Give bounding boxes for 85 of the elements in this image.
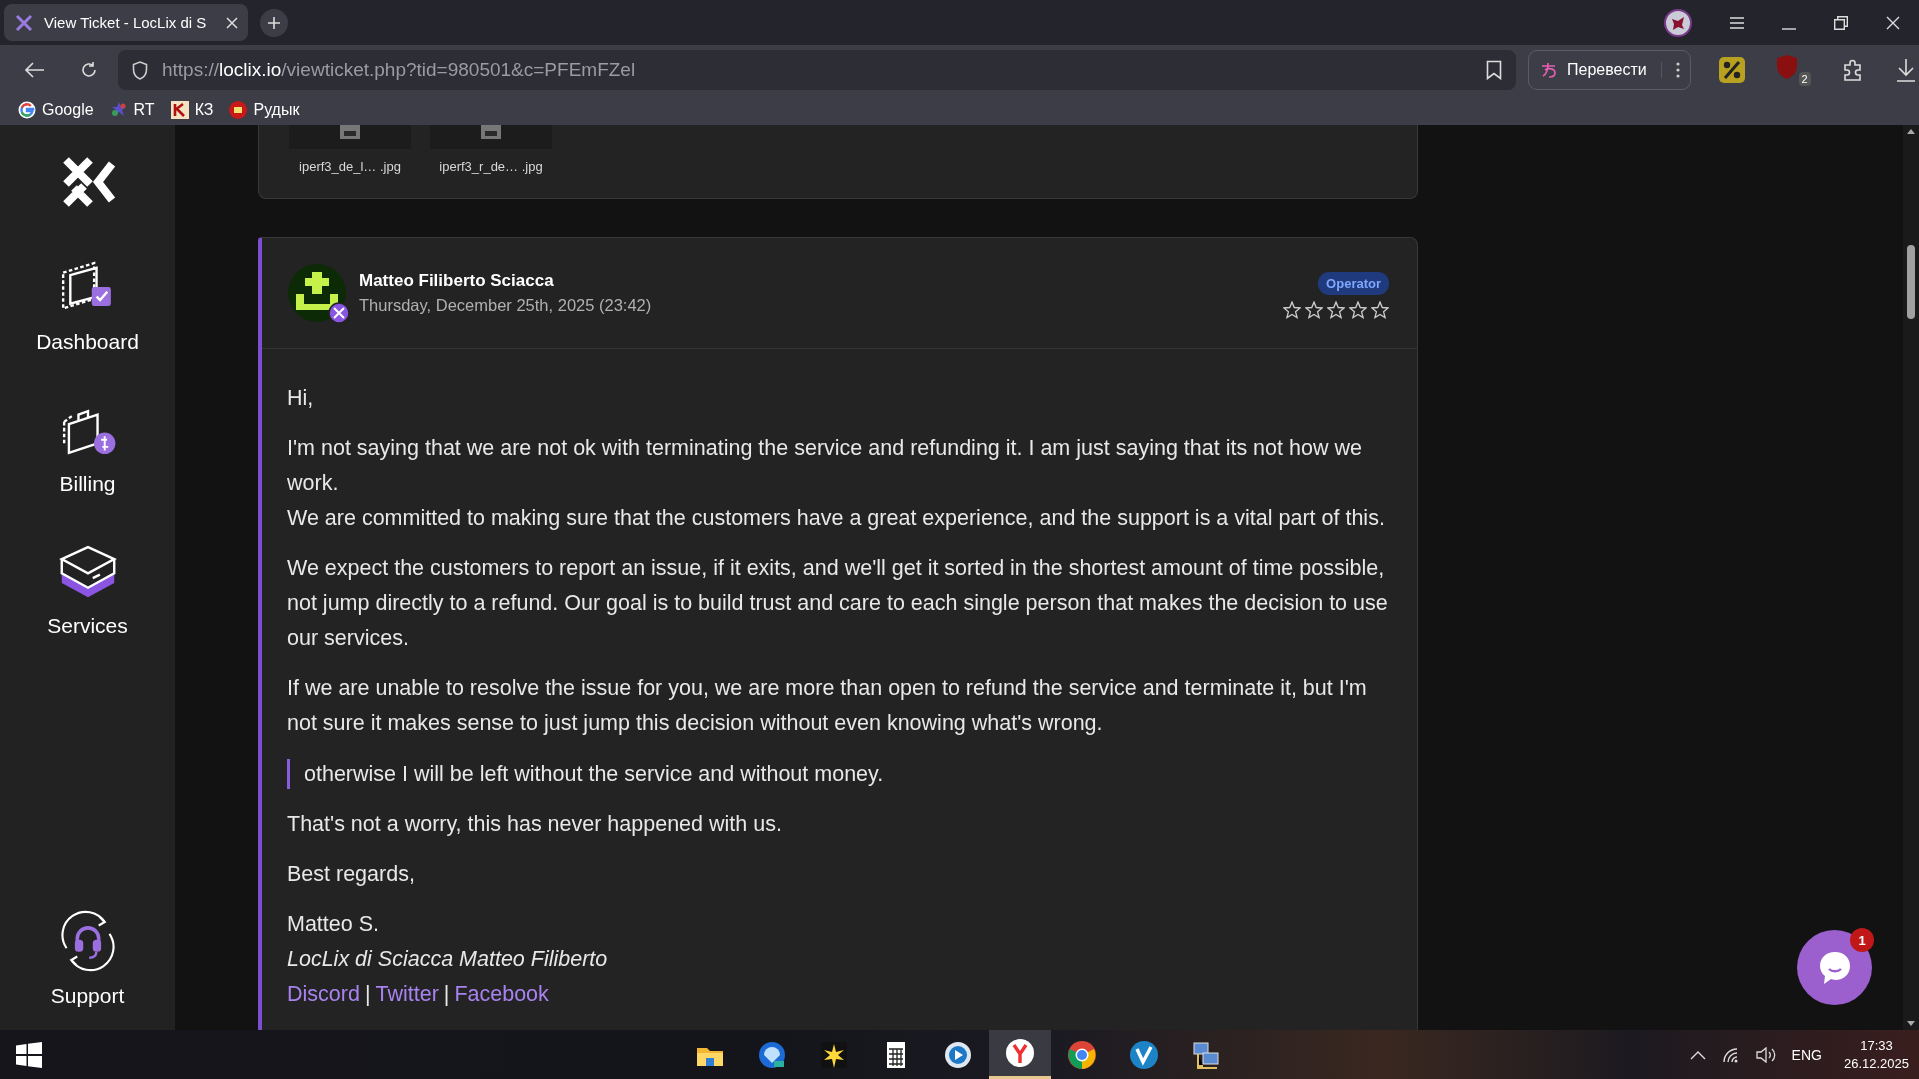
address-bar[interactable]: https://loclix.io/viewticket.php?tid=980501&c=PFEmFZel: [118, 50, 1516, 90]
company-name: LocLix di Sciacca Matteo Filiberto: [287, 946, 609, 973]
star-icon: [1371, 300, 1389, 319]
star-icon: [1283, 300, 1301, 319]
file-icon: [340, 125, 360, 139]
sidebar-item[interactable]: Dashboard: [36, 256, 139, 354]
file-icon: [481, 125, 501, 139]
back-arrow-icon: [25, 62, 45, 78]
more-button[interactable]: [1660, 62, 1680, 78]
google-icon: [18, 101, 36, 119]
star-icon: [1327, 300, 1345, 319]
sidebar-item[interactable]: Support: [50, 910, 125, 1008]
sidebar-item[interactable]: Billing: [56, 398, 119, 496]
cross-badge-icon: [328, 302, 350, 324]
attachment-name[interactable]: iperf3_r_de… .jpg: [439, 159, 543, 174]
shield-extension-icon[interactable]: 2: [1774, 54, 1811, 86]
profile-avatar-icon[interactable]: [1664, 8, 1692, 37]
sidebar-item[interactable]: Services: [47, 540, 128, 638]
percent-icon[interactable]: [1718, 57, 1745, 83]
url-text: https://loclix.io/viewticket.php?tid=980501&c=PFEmFZel: [162, 59, 637, 81]
notification-badge: 1: [1850, 928, 1874, 952]
clock-time: 17:33: [1860, 1038, 1893, 1053]
browser-logo-icon: [1066, 1038, 1098, 1071]
browser-tab[interactable]: View Ticket - LocLix di S: [4, 4, 248, 41]
chat-button[interactable]: 1: [1797, 930, 1872, 1005]
star-icon: [1305, 300, 1323, 319]
radio-icon: [229, 101, 248, 119]
windows-logo-icon: [16, 1041, 42, 1068]
bookmark-link[interactable]: Рудык: [229, 101, 300, 119]
wifi-icon[interactable]: [1721, 1046, 1740, 1063]
translate-icon: [1539, 60, 1559, 80]
message-paragraph: I'm not saying that we are not ok with terminating the service and refunding it. I am just saying that its not how we work. We are committed to making sure that the customers have a great experience, and the support is a vital part of this.: [287, 435, 1386, 532]
social-link[interactable]: Twitter: [375, 977, 439, 1012]
quoted-text: otherwise I will be left without the service and without money.: [287, 759, 1393, 789]
scrollbar-thumb[interactable]: [1907, 245, 1915, 319]
scroll-down-icon: [1907, 1021, 1915, 1026]
tab-title: View Ticket - LocLix di S: [44, 14, 208, 31]
signature-name: Matteo S.: [287, 911, 380, 938]
volume-icon[interactable]: [1755, 1046, 1776, 1063]
restore-icon[interactable]: [1834, 15, 1848, 30]
scroll-up-icon: [1907, 129, 1915, 134]
v-logo-icon: [1128, 1038, 1160, 1071]
language-indicator[interactable]: ENG: [1791, 1046, 1822, 1063]
more-icon: [1675, 62, 1680, 78]
social-link[interactable]: Discord: [287, 977, 360, 1012]
close-icon[interactable]: [226, 16, 238, 29]
message-paragraph: Hi,: [287, 385, 315, 412]
message-paragraph: Best regards,: [287, 861, 416, 888]
clock[interactable]: 17:33 26.12.2025: [1843, 1038, 1909, 1071]
message-paragraph: That's not a worry, this has never happened with us.: [287, 811, 783, 838]
reload-icon: [80, 61, 98, 79]
star-cluster-icon: [109, 101, 128, 119]
new-tab-button[interactable]: [260, 8, 288, 37]
avatar-icon: [288, 264, 346, 322]
social-link[interactable]: Facebook: [454, 977, 549, 1012]
browser-logo-icon: [1004, 1037, 1036, 1069]
taskbar-app[interactable]: [989, 1030, 1051, 1079]
role-badge: Operator: [1318, 271, 1389, 295]
close-icon[interactable]: [1886, 15, 1900, 30]
download-icon[interactable]: [1894, 58, 1917, 82]
translate-label: Перевести: [1567, 61, 1647, 79]
message-paragraph: If we are unable to resolve the issue for you, we are more than open to refund the service and terminate it, but I'm not sure it makes sense to just jump this decision without even knowing what's wrong.: [287, 675, 1368, 737]
k-logo-icon: [170, 101, 189, 119]
cross-logo-icon: [14, 12, 34, 33]
extension-badge: 2: [1798, 72, 1811, 86]
bookmark-link[interactable]: КЗ: [170, 101, 214, 119]
attachment-name[interactable]: iperf3_de_l… .jpg: [299, 159, 401, 174]
shield-icon: [132, 60, 148, 80]
bookmark-link[interactable]: Google: [18, 101, 94, 119]
star-icon: [1349, 300, 1367, 319]
translate-control[interactable]: Перевести: [1528, 50, 1691, 90]
menu-icon[interactable]: [1730, 16, 1744, 29]
bookmark-icon[interactable]: [1486, 60, 1502, 80]
clock-date: 26.12.2025: [1843, 1056, 1909, 1071]
message-date: Thursday, December 25th, 2025 (23:42): [359, 296, 653, 315]
link-separator: |: [364, 981, 371, 1008]
chevron-up-icon[interactable]: [1689, 1049, 1706, 1060]
scrollbar[interactable]: [1903, 125, 1919, 1030]
link-separator: |: [443, 981, 450, 1008]
star-rating[interactable]: [1283, 300, 1389, 319]
author-name: Matteo Filiberto Sciacca: [359, 271, 555, 291]
message-paragraph: We expect the customers to report an issue, if it exits, and we'll get it sorted in the shortest amount of time possible, not jump directly to a refund. Our goal is to build trust and care to each single person that makes the decision to use our services.: [287, 555, 1389, 652]
bookmark-link[interactable]: RT: [109, 101, 155, 119]
plus-icon: [267, 15, 281, 30]
shield-icon: [1774, 54, 1799, 80]
